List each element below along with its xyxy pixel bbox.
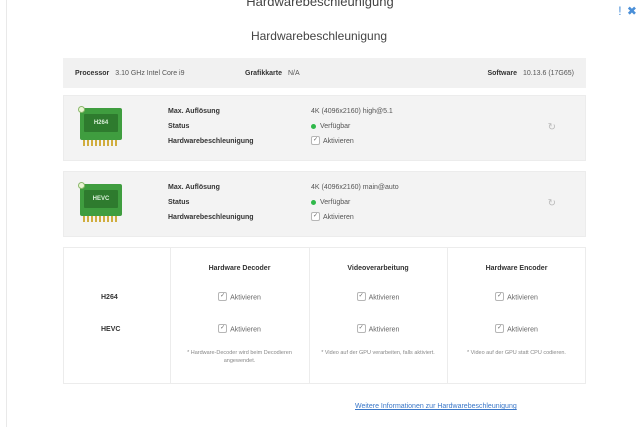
chip-label: H264 [84,114,118,132]
max-resolution-label: Max. Auflösung [168,184,220,191]
max-resolution-value: 4K (4096x2160) main@auto [311,184,399,191]
checkbox-icon[interactable]: ✓ [311,211,320,221]
checkbox-hevc-processing[interactable]: ✓ Aktivieren [309,324,447,334]
status-label: Status [168,123,190,130]
software-info: Software 10.13.6 (17G65) [435,70,574,77]
max-resolution-label: Max. Auflösung [168,108,220,115]
checkbox-hevc-encoder[interactable]: ✓ Aktivieren [447,324,586,334]
col-header-decoder: Hardware Decoder [208,265,271,272]
status-text: Verfügbar [320,123,351,130]
checkbox-h264-processing[interactable]: ✓ Aktivieren [309,292,447,302]
system-info-bar: Processor 3.10 GHz Intel Core i9 Grafikk… [63,58,586,88]
checkbox-icon[interactable]: ✓ [356,324,366,333]
status-dot-icon [311,199,316,205]
enable-checkbox-label[interactable]: Aktivieren [323,214,354,221]
refresh-icon[interactable]: ↻ [548,122,556,133]
processor-label: Processor [75,69,110,77]
codec-card-h264: H264 Max. Auflösung Status Hardwarebesch… [63,95,586,161]
chip-icon: HEVC [78,182,122,226]
codec-card-hevc: HEVC Max. Auflösung Status Hardwarebesch… [63,171,586,237]
hw-accel-label: Hardwarebeschleunigung [168,214,254,221]
graphics-label: Grafikkarte [245,69,282,77]
codec-values: 4K (4096x2160) main@auto Verfügbar ✓ Akti… [311,180,399,225]
col-header-encoder: Hardware Encoder [485,265,548,272]
status-text: Verfügbar [320,199,351,206]
hw-accel-label: Hardwarebeschleunigung [168,138,254,145]
enable-checkbox-label[interactable]: Aktivieren [323,138,354,145]
note-processing: * Video auf der GPU verarbeiten, falls a… [321,350,435,356]
checkbox-hevc-decoder[interactable]: ✓ Aktivieren [170,324,309,334]
dialog-title: Hardwarebeschleunigung [250,29,388,43]
codec-labels: Max. Auflösung Status Hardwarebeschleuni… [168,180,254,225]
note-decoder: * Hardware-Decoder wird beim Decodieren … [187,350,292,364]
status-dot-icon [311,123,316,129]
checkbox-icon[interactable]: ✓ [218,292,228,301]
checkbox-icon[interactable]: ✓ [495,292,505,301]
software-label: Software [487,69,518,77]
checkbox-icon[interactable]: ✓ [495,324,505,333]
max-resolution-value: 4K (4096x2160) high@5.1 [311,108,393,115]
window-left-edge [6,0,7,427]
corner-icons[interactable]: ! ✖ [618,4,638,18]
acceleration-matrix: Hardware Decoder Videoverarbeitung Hardw… [63,247,586,384]
status-label: Status [168,199,190,206]
enable-checkbox[interactable]: ✓ Aktivieren [311,134,393,149]
row-header-h264: H264 [101,294,118,301]
chip-label: HEVC [84,190,118,208]
checkbox-icon[interactable]: ✓ [218,324,228,333]
refresh-icon[interactable]: ↻ [548,198,556,209]
note-encoder: * Video auf der GPU statt CPU codieren. [467,350,566,356]
status-value: Verfügbar [311,119,393,134]
partial-header-text: Hardwarebeschleunigung [246,0,394,9]
col-header-processing: Videoverarbeitung [347,265,409,272]
codec-values: 4K (4096x2160) high@5.1 Verfügbar ✓ Aktiv… [311,104,393,149]
codec-labels: Max. Auflösung Status Hardwarebeschleuni… [168,104,254,149]
row-header-hevc: HEVC [101,326,121,333]
software-value: 10.13.6 (17G65) [523,69,574,77]
checkbox-h264-decoder[interactable]: ✓ Aktivieren [170,292,309,302]
checkbox-icon[interactable]: ✓ [356,292,366,301]
checkbox-h264-encoder[interactable]: ✓ Aktivieren [447,292,586,302]
processor-info: Processor 3.10 GHz Intel Core i9 [75,70,245,77]
graphics-value: N/A [287,69,300,77]
enable-checkbox[interactable]: ✓ Aktivieren [311,210,399,225]
status-value: Verfügbar [311,195,399,210]
processor-value: 3.10 GHz Intel Core i9 [115,69,185,77]
graphics-info: Grafikkarte N/A [245,70,435,77]
checkbox-icon[interactable]: ✓ [311,135,320,145]
more-info-link[interactable]: Weitere Informationen zur Hardwarebeschl… [355,403,517,410]
chip-icon: H264 [78,106,122,150]
